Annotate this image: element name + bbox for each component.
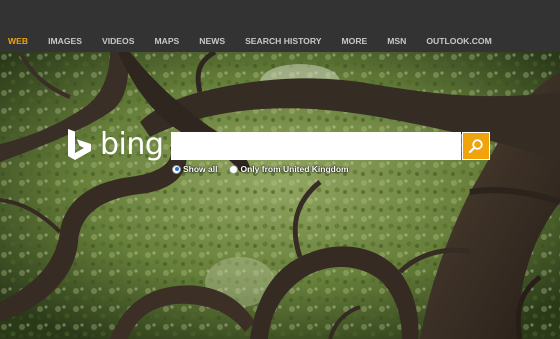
scope-only-uk[interactable]: Only from United Kingdom: [229, 164, 349, 174]
scope-show-all[interactable]: Show all: [172, 164, 217, 174]
nav-news[interactable]: NEWS: [199, 35, 225, 47]
nav-outlook[interactable]: OUTLOOK.COM: [426, 35, 491, 47]
nav-web[interactable]: WEB: [8, 35, 28, 47]
nav-images[interactable]: IMAGES: [48, 35, 82, 47]
top-navigation-bar: WEB IMAGES VIDEOS MAPS NEWS SEARCH HISTO…: [0, 0, 560, 52]
search-input[interactable]: [171, 132, 461, 160]
search-button[interactable]: [462, 132, 490, 160]
radio-show-all[interactable]: [172, 164, 181, 174]
nav-search-history[interactable]: SEARCH HISTORY: [245, 35, 321, 47]
bing-homepage: WEB IMAGES VIDEOS MAPS NEWS SEARCH HISTO…: [0, 0, 560, 339]
magnifier-icon: [468, 139, 483, 154]
bing-logo[interactable]: bing: [66, 127, 164, 164]
bing-wordmark: bing: [100, 127, 164, 162]
scope-only-uk-label: Only from United Kingdom: [240, 164, 349, 174]
scope-show-all-label: Show all: [183, 164, 218, 174]
radio-only-uk[interactable]: [229, 164, 239, 174]
nav-more[interactable]: MORE: [341, 35, 367, 47]
bing-b-icon: [68, 129, 91, 160]
search-scope-options: Show all Only from United Kingdom: [172, 163, 361, 175]
background-photo: [0, 52, 560, 339]
nav-links: WEB IMAGES VIDEOS MAPS NEWS SEARCH HISTO…: [0, 35, 492, 47]
nav-maps[interactable]: MAPS: [154, 35, 179, 47]
nav-msn[interactable]: MSN: [387, 35, 406, 47]
nav-videos[interactable]: VIDEOS: [102, 35, 134, 47]
